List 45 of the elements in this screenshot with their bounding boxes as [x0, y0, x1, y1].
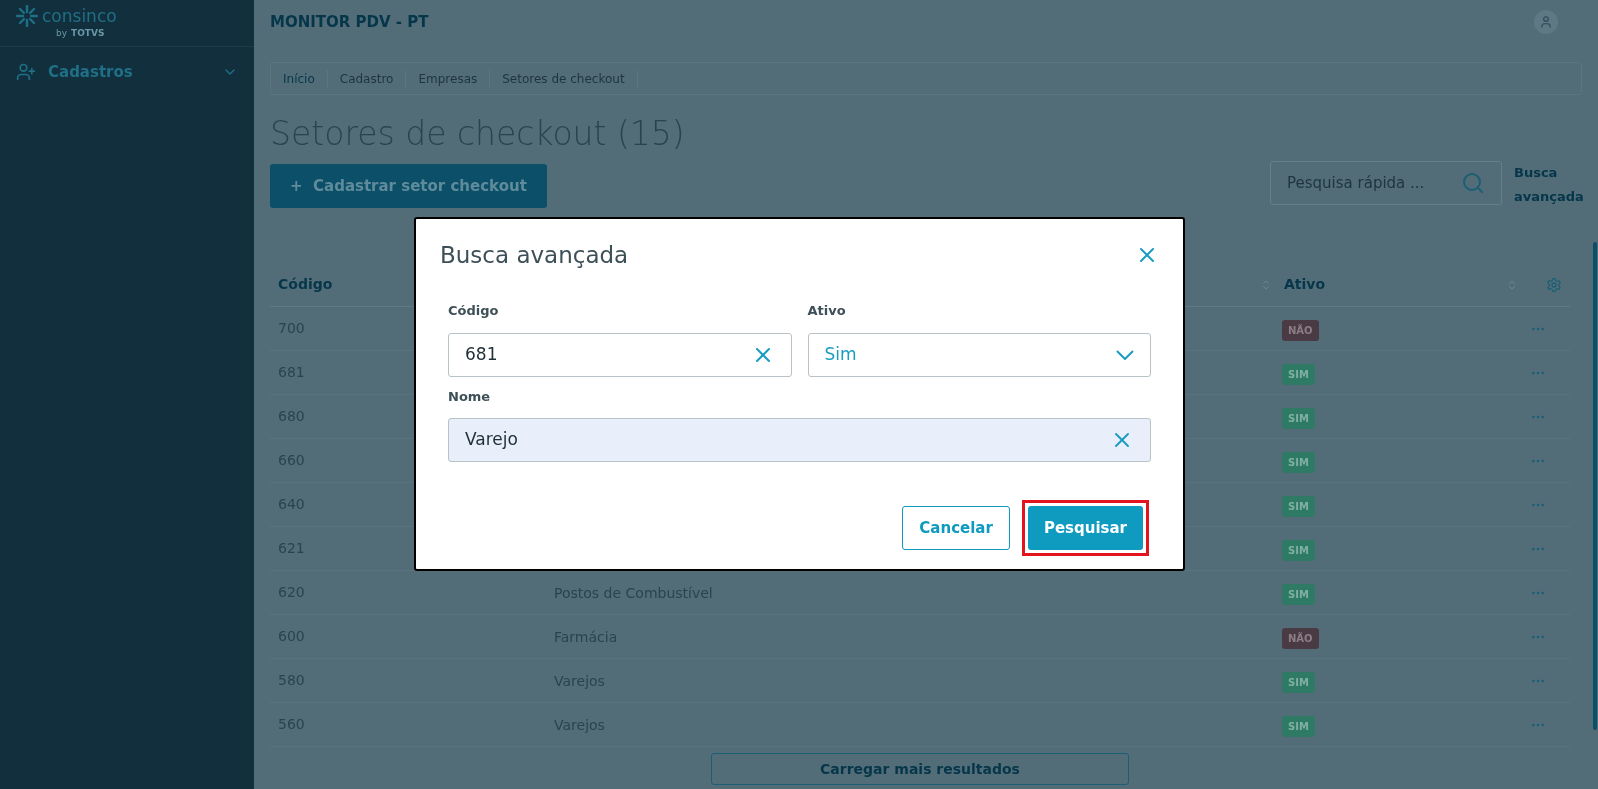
status-badge: NÃO — [1282, 319, 1319, 341]
field-label: Código — [448, 302, 500, 320]
advanced-search-link[interactable]: Busca avançada — [1514, 161, 1582, 210]
logo-icon — [16, 5, 38, 28]
status-badge: SIM — [1282, 451, 1315, 473]
status-badge: NÃO — [1282, 627, 1319, 649]
sidebar-item[interactable]: Cadastros — [0, 47, 254, 97]
breadcrumb-item[interactable]: Setores de checkout — [490, 69, 638, 88]
cancel-button[interactable]: Cancelar — [902, 506, 1010, 550]
search-placeholder: Pesquisa rápida ... — [1287, 173, 1426, 194]
breadcrumb-item[interactable]: Início — [271, 69, 328, 88]
load-more-button[interactable]: Carregar mais resultados — [711, 753, 1129, 786]
field-label: Nome — [448, 387, 492, 406]
input-value: 681 — [465, 342, 499, 366]
status-badge: SIM — [1282, 407, 1315, 429]
status-badge: SIM — [1282, 363, 1315, 385]
status-badge: SIM — [1282, 715, 1315, 737]
breadcrumb-item[interactable]: Cadastro — [327, 69, 407, 88]
user-avatar[interactable] — [1534, 10, 1558, 34]
column-header[interactable]: Ativo — [1284, 274, 1506, 296]
status-badge: SIM — [1282, 671, 1315, 693]
status-badge: SIM — [1282, 495, 1315, 517]
chevron-down-icon — [1116, 349, 1134, 360]
sort-icon[interactable] — [1260, 278, 1272, 291]
active-select[interactable]: Sim — [807, 332, 1151, 377]
input-value: Varejo — [465, 428, 519, 452]
add-button[interactable]: + Cadastrar setor checkout — [270, 164, 547, 209]
input-field[interactable]: 681 — [448, 332, 792, 377]
settings-icon[interactable] — [1546, 276, 1562, 293]
logo-brand-text: TOTVS — [71, 27, 105, 41]
logo-by-text: by — [56, 27, 68, 41]
input-field[interactable]: Varejo — [448, 418, 1151, 462]
logo-text: consinco — [42, 7, 117, 25]
sort-icon[interactable] — [1506, 278, 1518, 291]
breadcrumb-item[interactable]: Empresas — [406, 69, 491, 88]
search-field[interactable]: Pesquisa rápida ... — [1270, 161, 1502, 206]
status-badge: SIM — [1282, 539, 1315, 561]
app-title: MONITOR PDV - PT — [270, 11, 430, 33]
search-button[interactable]: Pesquisar — [1027, 506, 1143, 550]
select-value: Sim — [824, 342, 858, 366]
user-plus-icon — [16, 62, 36, 82]
field-label: Ativo — [807, 302, 847, 320]
status-badge: SIM — [1282, 583, 1315, 605]
search-icon[interactable] — [1461, 171, 1485, 196]
dialog-title: Busca avançada — [440, 240, 630, 270]
